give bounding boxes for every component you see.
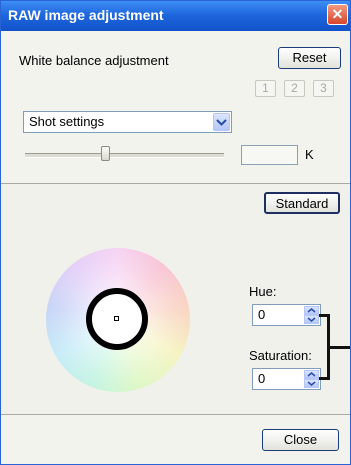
saturation-value[interactable]: 0 (258, 371, 265, 386)
kelvin-input[interactable] (241, 145, 298, 165)
color-wheel[interactable] (46, 248, 190, 392)
saturation-spinbox[interactable]: 0 (252, 368, 321, 390)
kelvin-slider-track[interactable] (25, 153, 224, 158)
bracket-bottom (319, 377, 330, 380)
reset-button[interactable]: Reset (278, 47, 341, 69)
white-balance-label: White balance adjustment (19, 53, 169, 68)
window-title: RAW image adjustment (8, 7, 164, 23)
raw-image-adjustment-window: RAW image adjustment ✕ White balance adj… (0, 0, 351, 465)
hue-decrement-icon[interactable] (304, 315, 319, 324)
hue-spinbox[interactable]: 0 (252, 304, 321, 326)
standard-button[interactable]: Standard (264, 192, 340, 214)
kelvin-slider-thumb[interactable] (101, 146, 110, 161)
chevron-down-icon[interactable] (213, 113, 230, 131)
close-button[interactable]: Close (262, 429, 339, 451)
center-point-marker[interactable] (114, 316, 119, 321)
preset-3-button[interactable]: 3 (313, 80, 334, 97)
preset-2-button[interactable]: 2 (284, 80, 305, 97)
white-balance-select[interactable]: Shot settings (23, 111, 232, 133)
white-balance-select-value: Shot settings (29, 114, 105, 129)
hue-label: Hue: (249, 284, 277, 299)
kelvin-unit-label: K (305, 147, 314, 162)
saturation-decrement-icon[interactable] (304, 379, 319, 388)
hue-increment-icon[interactable] (304, 306, 319, 315)
bracket-callout (327, 346, 350, 349)
saturation-increment-icon[interactable] (304, 370, 319, 379)
window-close-button[interactable]: ✕ (327, 4, 348, 25)
title-bar[interactable]: RAW image adjustment ✕ (1, 1, 350, 31)
hue-spin-buttons[interactable] (304, 306, 319, 324)
saturation-label: Saturation: (249, 348, 312, 363)
white-balance-panel: White balance adjustment Reset 1 2 3 Sho… (1, 31, 350, 183)
saturation-spin-buttons[interactable] (304, 370, 319, 388)
footer-panel: Close (1, 415, 350, 464)
hue-value[interactable]: 0 (258, 307, 265, 322)
color-adjust-panel: Standard Hue: 0 Saturation: 0 (1, 184, 350, 414)
preset-1-button[interactable]: 1 (255, 80, 276, 97)
